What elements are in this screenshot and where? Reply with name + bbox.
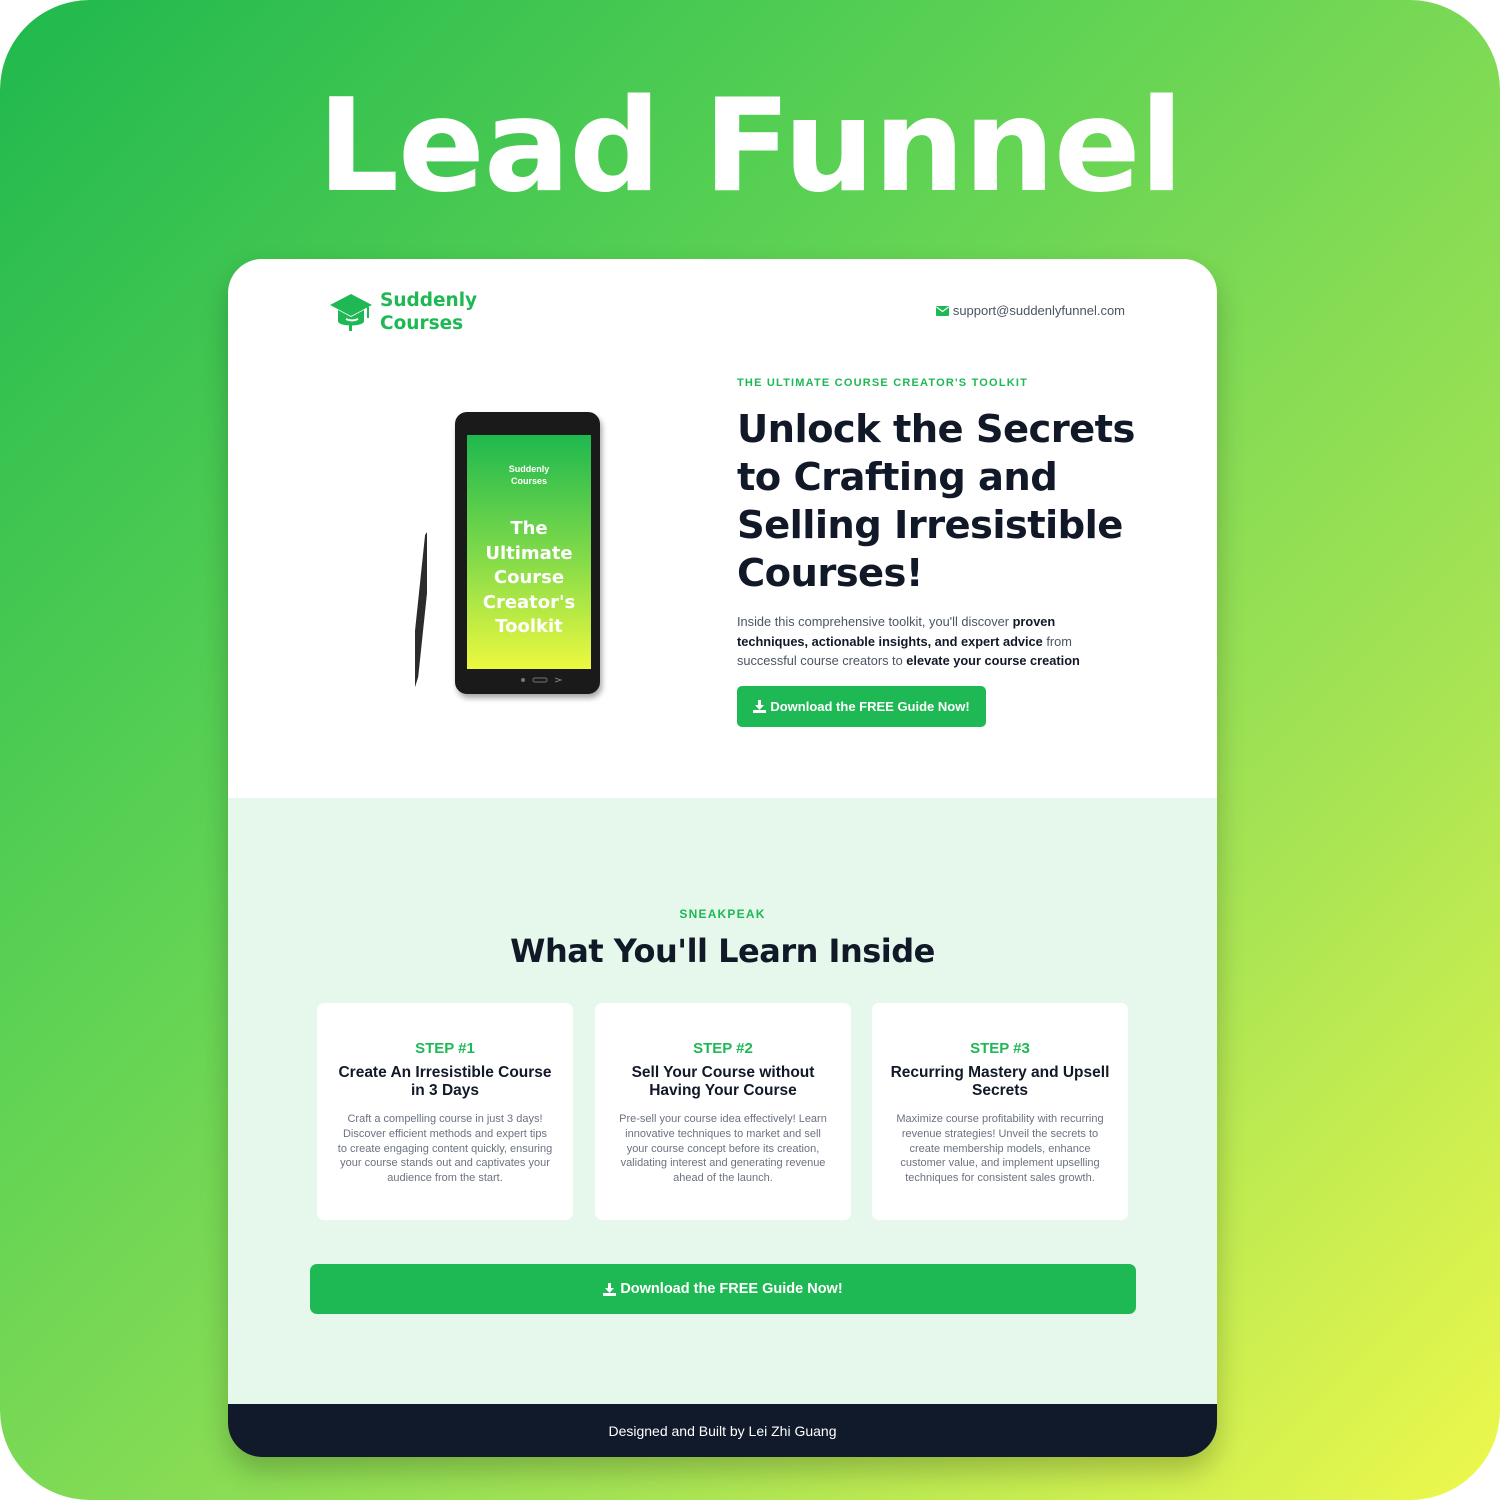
- download-guide-wide-button[interactable]: Download the FREE Guide Now!: [310, 1264, 1136, 1314]
- brand-logo[interactable]: Suddenly Courses: [328, 289, 477, 335]
- tablet-screen: Suddenly Courses The Ultimate Course Cre…: [467, 435, 591, 669]
- learn-section: SNEAKPEAK What You'll Learn Inside STEP …: [228, 798, 1217, 1404]
- tablet-logo: Suddenly Courses: [467, 463, 591, 487]
- learn-title: What You'll Learn Inside: [510, 932, 935, 970]
- landing-page-preview: Suddenly Courses support@suddenlyfunnel.…: [228, 259, 1217, 1457]
- tablet-title: The Ultimate Course Creator's Toolkit: [482, 518, 576, 637]
- graduation-cap-icon: [330, 294, 372, 331]
- promo-background: Lead Funnel Suddenly Courses support@sud…: [0, 0, 1500, 1500]
- step-title: Sell Your Course without Having Your Cou…: [631, 1064, 815, 1099]
- footer-credit: Designed and Built by Lei Zhi Guang: [608, 1422, 837, 1439]
- learn-eyebrow: SNEAKPEAK: [679, 907, 766, 921]
- download-guide-label: Download the FREE Guide Now!: [770, 698, 970, 714]
- download-icon: [603, 1282, 617, 1296]
- hero-section: THE ULTIMATE COURSE CREATOR'S TOOLKIT Un…: [737, 377, 1137, 727]
- tablet-logo-line1: Suddenly: [508, 464, 550, 474]
- step-card-1: STEP #1 Create An Irresistible Course in…: [317, 1003, 573, 1220]
- step-description: Maximize course profitability with recur…: [896, 1113, 1104, 1185]
- step-card-2: STEP #2 Sell Your Course without Having …: [595, 1003, 851, 1220]
- support-email-link[interactable]: support@suddenlyfunnel.com: [935, 303, 1125, 318]
- envelope-icon: [935, 305, 949, 316]
- brand-name-line2: Courses: [380, 313, 464, 334]
- download-guide-wide-label: Download the FREE Guide Now!: [620, 1281, 843, 1297]
- step-card-3: STEP #3 Recurring Mastery and Upsell Sec…: [872, 1003, 1128, 1220]
- hero-eyebrow: THE ULTIMATE COURSE CREATOR'S TOOLKIT: [737, 377, 1029, 389]
- tablet-mockup-image: Suddenly Courses The Ultimate Course Cre…: [415, 407, 605, 699]
- step-label: STEP #2: [693, 1040, 753, 1057]
- brand-name: Suddenly Courses: [380, 289, 477, 335]
- footer: Designed and Built by Lei Zhi Guang: [228, 1404, 1217, 1457]
- step-title: Recurring Mastery and Upsell Secrets: [890, 1064, 1110, 1099]
- hero-description: Inside this comprehensive toolkit, you'l…: [737, 612, 1107, 671]
- tablet-buttons: [521, 677, 563, 683]
- stylus-image: [415, 527, 427, 697]
- support-email: support@suddenlyfunnel.com: [952, 303, 1125, 318]
- step-description: Craft a compelling course in just 3 days…: [337, 1113, 553, 1185]
- tablet-logo-line2: Courses: [510, 476, 547, 486]
- step-title: Create An Irresistible Course in 3 Days: [338, 1064, 552, 1099]
- step-label: STEP #1: [415, 1040, 475, 1057]
- hero-headline: Unlock the Secrets to Crafting and Selli…: [737, 407, 1135, 596]
- step-description: Pre-sell your course idea effectively! L…: [619, 1113, 827, 1185]
- hero-desc-text-1: Inside this comprehensive toolkit, you'l…: [737, 614, 1013, 629]
- step-label: STEP #3: [970, 1040, 1030, 1057]
- download-guide-button[interactable]: Download the FREE Guide Now!: [737, 685, 986, 727]
- hero-desc-bold-2: elevate your course creation: [906, 653, 1080, 668]
- banner-title: Lead Funnel: [317, 72, 1183, 221]
- brand-name-line1: Suddenly: [380, 290, 478, 311]
- download-icon: [753, 699, 767, 713]
